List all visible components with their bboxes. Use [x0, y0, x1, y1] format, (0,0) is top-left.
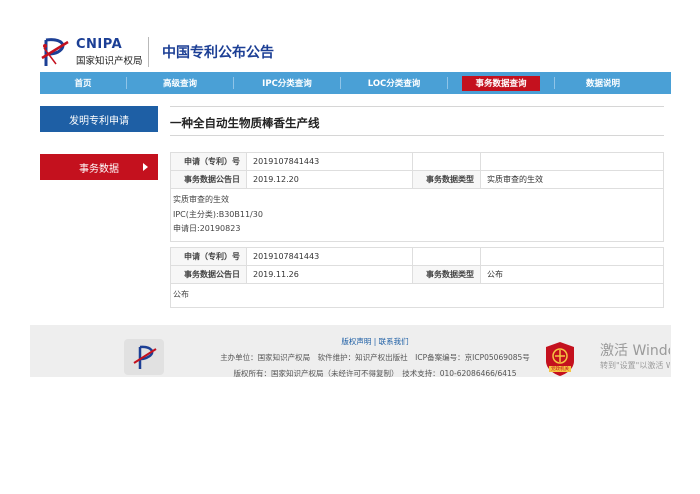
app-no-value: 2019107841443 [247, 248, 413, 265]
nav-home[interactable]: 首页 [40, 72, 126, 94]
patent-title: 一种全自动生物质棒香生产线 [170, 116, 320, 130]
record-row: 申请（专利）号 2019107841443 [171, 153, 663, 171]
empty-value [481, 248, 663, 265]
record-row: 事务数据公告日 2019.12.20 事务数据类型 实质审查的生效 [171, 171, 663, 189]
gov-badge[interactable]: 党政机关 [544, 341, 576, 377]
empty-label [413, 153, 481, 170]
logo-text-en: CNIPA [76, 37, 123, 52]
page: CNIPA 国家知识产权局 中国专利公布公告 首页 高级查询 IPC分类查询 L… [0, 0, 700, 494]
sidebar-affairs-data[interactable]: 事务数据 [40, 154, 158, 180]
nav-loc-search[interactable]: LOC分类查询 [341, 72, 447, 94]
cnipa-emblem-icon [41, 38, 69, 66]
windows-activation-hint: 转到"设置"以激活 Windows。 [600, 361, 670, 370]
cnipa-emblem-icon [133, 345, 157, 369]
nav-affairs-wrap: 事务数据查询 [448, 75, 554, 91]
main-nav: 首页 高级查询 IPC分类查询 LOC分类查询 事务数据查询 数据说明 [40, 72, 671, 94]
footer-logo [124, 339, 164, 375]
detail-line: 实质审查的生效 [173, 195, 229, 204]
date-label: 事务数据公告日 [171, 171, 247, 188]
app-no-label: 申请（专利）号 [171, 153, 247, 170]
date-value: 2019.12.20 [247, 171, 413, 188]
footer-sponsor-line: 主办单位：国家知识产权局 软件维护：知识产权出版社 ICP备案编号：京ICP05… [220, 353, 530, 362]
type-label: 事务数据类型 [413, 266, 481, 283]
footer-link-separator: | [373, 337, 377, 346]
record-details: 公布 [171, 284, 663, 307]
affairs-record: 申请（专利）号 2019107841443 事务数据公告日 2019.12.20… [170, 152, 664, 242]
site-header: CNIPA 国家知识产权局 中国专利公布公告 [30, 32, 671, 72]
windows-activation-watermark: 激活 Windows [600, 343, 670, 359]
site-title: 中国专利公布公告 [162, 45, 274, 61]
detail-line: 公布 [173, 290, 189, 299]
record-row: 申请（专利）号 2019107841443 [171, 248, 663, 266]
record-details: 实质审查的生效 IPC(主分类):B30B11/30 申请日:20190823 [171, 189, 663, 241]
title-rule [170, 135, 664, 136]
detail-line: IPC(主分类):B30B11/30 [173, 209, 263, 219]
detail-line: 申请日:20190823 [173, 224, 241, 233]
nav-advanced-search[interactable]: 高级查询 [127, 72, 233, 94]
footer-links: 版权声明 | 联系我们 [180, 336, 570, 347]
app-no-value: 2019107841443 [247, 153, 413, 170]
footer-rights-line: 版权所有：国家知识产权局（未经许可不得复制） 技术支持：010-62086466… [233, 369, 517, 378]
chevron-right-icon [143, 163, 148, 171]
date-value: 2019.11.26 [247, 266, 413, 283]
title-rule-top [170, 106, 664, 107]
site-footer: 版权声明 | 联系我们 主办单位：国家知识产权局 软件维护：知识产权出版社 IC… [30, 325, 671, 378]
app-no-label: 申请（专利）号 [171, 248, 247, 265]
record-row: 事务数据公告日 2019.11.26 事务数据类型 公布 [171, 266, 663, 284]
nav-ipc-search[interactable]: IPC分类查询 [234, 72, 340, 94]
type-value: 实质审查的生效 [487, 175, 543, 184]
empty-value [481, 153, 663, 170]
logo-divider [148, 37, 149, 67]
sidebar-affairs-label: 事务数据 [79, 163, 119, 175]
footer-contact-link[interactable]: 联系我们 [379, 337, 409, 346]
logo-text-cn: 国家知识产权局 [76, 56, 143, 67]
type-value: 公布 [487, 270, 503, 279]
nav-affairs-search[interactable]: 事务数据查询 [462, 75, 540, 91]
date-label: 事务数据公告日 [171, 266, 247, 283]
nav-data-description[interactable]: 数据说明 [555, 72, 651, 94]
affairs-record: 申请（专利）号 2019107841443 事务数据公告日 2019.11.26… [170, 247, 664, 308]
empty-label [413, 248, 481, 265]
type-label: 事务数据类型 [413, 171, 481, 188]
gov-badge-label: 党政机关 [551, 367, 569, 372]
sidebar-invention-application[interactable]: 发明专利申请 [40, 106, 158, 132]
footer-copyright-link[interactable]: 版权声明 [341, 337, 371, 346]
cnipa-logo[interactable]: CNIPA 国家知识产权局 [40, 34, 160, 70]
